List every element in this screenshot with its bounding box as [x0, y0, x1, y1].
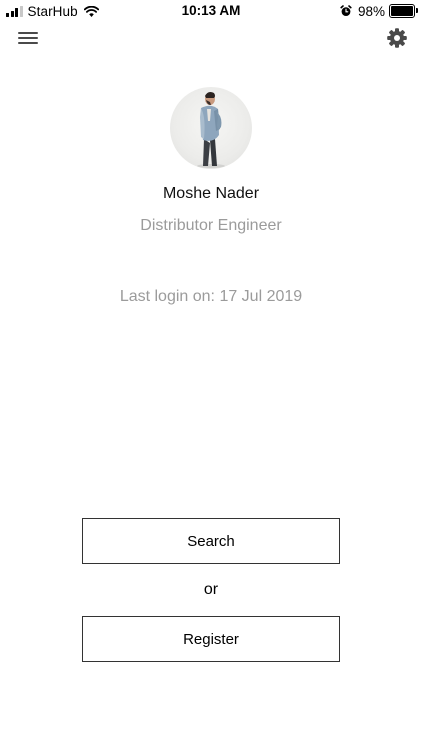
battery-percentage: 98%: [357, 3, 385, 19]
status-bar: StarHub 10:13 AM 98%: [0, 0, 422, 22]
battery-level-fill: [391, 6, 413, 16]
status-bar-right: 98%: [340, 3, 418, 19]
gear-icon[interactable]: [386, 27, 408, 49]
or-separator-text: or: [203, 581, 219, 598]
search-button[interactable]: Search: [82, 518, 340, 564]
hamburger-menu-icon[interactable]: [18, 30, 40, 46]
register-button[interactable]: Register: [82, 616, 340, 662]
last-login-text: Last login on: 17 Jul 2019: [119, 288, 303, 305]
user-role: Distributor Engineer: [140, 217, 282, 234]
avatar: [170, 87, 252, 169]
user-name: Moshe Nader: [162, 185, 260, 202]
battery-tip: [416, 8, 418, 13]
battery-icon: [389, 4, 418, 18]
alarm-icon: [340, 5, 352, 17]
